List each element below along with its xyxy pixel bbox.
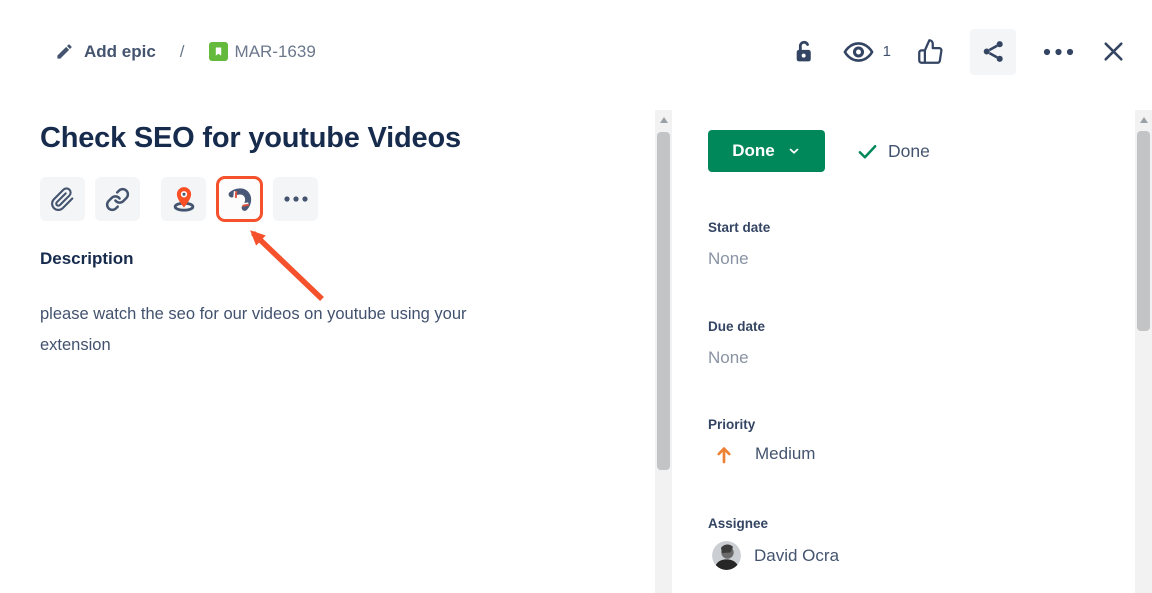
more-icon xyxy=(283,195,309,203)
priority-value[interactable]: Medium xyxy=(716,444,815,464)
assignee-label: Assignee xyxy=(708,516,768,531)
due-date-label: Due date xyxy=(708,319,765,334)
priority-label: Priority xyxy=(708,417,755,432)
add-epic-button[interactable]: Add epic xyxy=(55,42,156,62)
attach-button[interactable] xyxy=(40,177,85,221)
boomerang-extension-icon xyxy=(226,186,253,213)
assignee-value[interactable]: David Ocra xyxy=(712,541,839,570)
issue-main-pane: Check SEO for youtube Videos xyxy=(40,110,630,593)
story-type-icon xyxy=(209,42,228,61)
scrollbar-thumb[interactable] xyxy=(1137,131,1150,331)
scrollbar-thumb[interactable] xyxy=(657,132,670,470)
issue-title[interactable]: Check SEO for youtube Videos xyxy=(40,122,461,155)
main-pane-scrollbar[interactable] xyxy=(655,110,672,593)
link-button[interactable] xyxy=(95,177,140,221)
scroll-up-icon[interactable] xyxy=(1140,117,1148,123)
close-button[interactable] xyxy=(1101,39,1126,64)
unlock-icon xyxy=(792,38,817,66)
issue-detail-modal: Add epic / MAR-1639 xyxy=(0,0,1152,593)
status-label: Done xyxy=(732,141,775,161)
breadcrumb-issue-key[interactable]: MAR-1639 xyxy=(209,42,316,62)
thumbs-up-icon xyxy=(917,38,944,65)
check-icon xyxy=(856,140,879,163)
issue-details-sidebar: Done Done Start date None Due date None … xyxy=(708,110,1128,593)
link-icon xyxy=(105,187,130,212)
priority-value-text: Medium xyxy=(755,444,815,464)
unlock-button[interactable] xyxy=(792,38,817,66)
more-actions-button[interactable] xyxy=(1042,47,1075,57)
description-text[interactable]: please watch the seo for our videos on y… xyxy=(40,299,540,361)
resolution-label: Done xyxy=(888,141,930,162)
attach-icon xyxy=(50,187,75,212)
resolution-indicator: Done xyxy=(856,140,930,163)
header-actions: 1 xyxy=(792,29,1126,75)
more-icon xyxy=(1042,47,1075,57)
sidebar-scrollbar[interactable] xyxy=(1135,110,1152,593)
location-pin-button[interactable] xyxy=(161,177,206,221)
breadcrumb: Add epic / MAR-1639 xyxy=(55,42,316,62)
status-dropdown-button[interactable]: Done xyxy=(708,130,825,172)
avatar xyxy=(712,541,741,570)
priority-medium-arrow-icon xyxy=(716,445,732,464)
due-date-value[interactable]: None xyxy=(708,348,749,368)
assignee-value-text: David Ocra xyxy=(754,546,839,566)
add-epic-label: Add epic xyxy=(84,42,156,62)
like-button[interactable] xyxy=(917,38,944,65)
modal-header: Add epic / MAR-1639 xyxy=(0,0,1152,103)
annotation-arrow xyxy=(233,216,343,308)
scroll-up-icon[interactable] xyxy=(660,117,668,123)
boomerang-extension-button[interactable] xyxy=(216,176,263,222)
issue-key-label: MAR-1639 xyxy=(235,42,316,62)
chevron-down-icon xyxy=(787,144,801,158)
close-icon xyxy=(1101,39,1126,64)
start-date-label: Start date xyxy=(708,220,770,235)
pencil-icon xyxy=(55,42,74,61)
watchers-count: 1 xyxy=(883,43,891,60)
breadcrumb-separator: / xyxy=(180,42,185,62)
watchers-eye-icon xyxy=(843,40,874,64)
location-pin-icon xyxy=(170,185,198,213)
description-label: Description xyxy=(40,249,134,269)
share-button[interactable] xyxy=(970,29,1016,75)
issue-toolbar xyxy=(40,176,318,222)
share-icon xyxy=(980,38,1007,65)
more-tools-button[interactable] xyxy=(273,177,318,221)
start-date-value[interactable]: None xyxy=(708,249,749,269)
watchers-button[interactable]: 1 xyxy=(843,40,891,64)
